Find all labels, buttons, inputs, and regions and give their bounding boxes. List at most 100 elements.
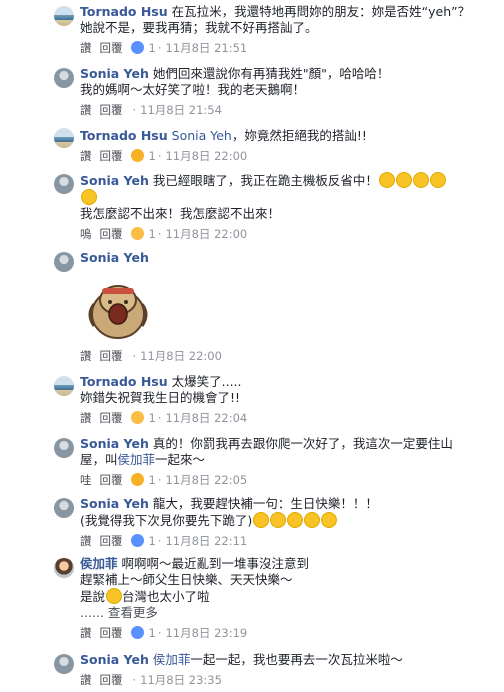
comment-text: 太爆笑了..... xyxy=(171,374,242,389)
reply-link[interactable]: 回覆 xyxy=(100,103,123,117)
laughing-emoji-icon xyxy=(412,172,429,188)
comment-author[interactable]: 侯加菲 xyxy=(80,556,118,571)
see-more-link[interactable]: ...... 查看更多 xyxy=(80,605,494,621)
mention-tag[interactable]: 侯加菲 xyxy=(118,452,156,467)
reply-link[interactable]: 回覆 xyxy=(100,534,123,548)
like-link[interactable]: 讚 xyxy=(80,673,92,687)
reaction-count[interactable]: 1 xyxy=(149,411,156,425)
reply-link[interactable]: 回覆 xyxy=(100,349,123,363)
comment-text: 我已經眼瞎了，我正在跪主機板反省中！ xyxy=(152,173,378,188)
timestamp[interactable]: 11月8日 21:51 xyxy=(165,41,247,55)
comment-author[interactable]: Tornado Hsu xyxy=(80,4,168,19)
laughing-emoji-icon xyxy=(321,512,338,528)
laughing-emoji-icon xyxy=(287,512,304,528)
like-link[interactable]: 讚 xyxy=(80,103,92,117)
avatar[interactable] xyxy=(54,498,74,518)
reaction-count[interactable]: 1 xyxy=(149,149,156,163)
reply-link[interactable]: 回覆 xyxy=(100,149,123,163)
reaction-count[interactable]: 1 xyxy=(149,227,156,241)
like-link[interactable]: 讚 xyxy=(80,149,92,163)
comment-text: 她們回來還說你有再猜我姓"顏"，哈哈哈！ xyxy=(152,66,390,81)
avatar[interactable] xyxy=(54,128,74,148)
reaction-count[interactable]: 1 xyxy=(149,41,156,55)
laughing-emoji-icon xyxy=(253,512,270,528)
like-link[interactable]: 讚 xyxy=(80,349,92,363)
timestamp[interactable]: 11月8日 22:00 xyxy=(165,149,247,163)
comment-text: 台灣也太小了啦 xyxy=(122,589,210,604)
avatar[interactable] xyxy=(54,438,74,458)
comment-text: 妳錯失祝賀我生日的機會了!! xyxy=(80,390,241,405)
comment: Sonia Yeh 讚回覆 · 11月8日 22:00 xyxy=(0,250,504,370)
comment-author[interactable]: Sonia Yeh xyxy=(80,173,149,188)
comment-text: 啊啊啊～最近亂到一堆事沒注意到 xyxy=(121,556,310,571)
reply-link[interactable]: 回覆 xyxy=(100,41,123,55)
rofl-emoji-icon xyxy=(106,588,123,604)
comment-text: 屋，叫 xyxy=(80,452,118,467)
laughing-emoji-icon xyxy=(395,172,412,188)
mention-tag[interactable]: 侯加菲 xyxy=(153,652,191,667)
comment-text: 一起一起，我也要再去一次瓦拉米啦～ xyxy=(190,652,403,667)
avatar[interactable] xyxy=(54,558,74,578)
comment-text: 龍大，我要趕快補一句：生日快樂！！！ xyxy=(152,496,378,511)
laughing-emoji-icon xyxy=(378,172,395,188)
comment-text: (我覺得我下次見你要先下跪了) xyxy=(80,513,253,528)
comment-author[interactable]: Sonia Yeh xyxy=(80,66,149,81)
comment-text: ，妳竟然拒絕我的搭訕!! xyxy=(231,128,367,143)
comment-thread: Tornado Hsu 在瓦拉米，我還特地再問妳的朋友：妳是否姓“yeh”？ 她說… xyxy=(0,0,504,692)
comment-author[interactable]: Tornado Hsu xyxy=(80,374,168,389)
like-link[interactable]: 讚 xyxy=(80,411,92,425)
reaction-count[interactable]: 1 xyxy=(149,473,156,487)
sad-reaction-icon[interactable] xyxy=(130,227,144,240)
like-link[interactable]: 讚 xyxy=(80,41,92,55)
avatar[interactable] xyxy=(54,654,74,674)
reply-link[interactable]: 回覆 xyxy=(100,411,123,425)
timestamp[interactable]: 11月8日 22:11 xyxy=(165,534,247,548)
like-link[interactable]: 讚 xyxy=(80,626,92,640)
comment-text: 一起來～ xyxy=(155,452,206,467)
timestamp[interactable]: 11月8日 23:19 xyxy=(165,626,247,640)
like-link[interactable]: 哇 xyxy=(80,473,92,487)
like-reaction-icon[interactable] xyxy=(130,534,144,547)
reply-link[interactable]: 回覆 xyxy=(100,626,123,640)
comment-text: 真的！你罰我再去跟你爬一次好了，我這次一定要住山 xyxy=(152,436,453,451)
comment-text: 我的媽啊～太好笑了啦！我的老天鵝啊！ xyxy=(80,82,306,97)
timestamp[interactable]: 11月8日 21:54 xyxy=(140,103,222,117)
avatar[interactable] xyxy=(54,68,74,88)
laughing-emoji-icon xyxy=(304,512,321,528)
reply-link[interactable]: 回覆 xyxy=(100,473,123,487)
comment-text: 她說不是，要我再猜；我就不好再搭訕了。 xyxy=(80,20,318,35)
like-link[interactable]: 嗚 xyxy=(80,227,92,241)
comment-author[interactable]: Sonia Yeh xyxy=(80,652,149,667)
avatar[interactable] xyxy=(54,6,74,26)
comment-text: 我怎麼認不出來！我怎麼認不出來！ xyxy=(80,206,281,221)
reaction-count[interactable]: 1 xyxy=(149,534,156,548)
comment-text: 在瓦拉米，我還特地再問妳的朋友：妳是否姓“yeh”？ xyxy=(171,4,471,19)
mention-tag[interactable]: Sonia Yeh xyxy=(172,128,232,143)
comment-text: 是說 xyxy=(80,589,106,604)
reaction-count[interactable]: 1 xyxy=(149,626,156,640)
like-link[interactable]: 讚 xyxy=(80,534,92,548)
laughing-emoji-icon xyxy=(81,189,97,205)
crying-dog-sticker[interactable] xyxy=(80,270,156,346)
comment-author[interactable]: Sonia Yeh xyxy=(80,436,149,451)
avatar[interactable] xyxy=(54,252,74,272)
reply-link[interactable]: 回覆 xyxy=(100,227,123,241)
comment-author[interactable]: Sonia Yeh xyxy=(80,496,149,511)
avatar[interactable] xyxy=(54,376,74,396)
timestamp[interactable]: 11月8日 22:00 xyxy=(140,349,222,363)
like-reaction-icon[interactable] xyxy=(130,626,144,639)
laughing-emoji-icon xyxy=(270,512,287,528)
comment-author[interactable]: Sonia Yeh xyxy=(80,250,149,265)
haha-reaction-icon[interactable] xyxy=(130,473,144,486)
haha-reaction-icon[interactable] xyxy=(130,149,144,162)
reply-link[interactable]: 回覆 xyxy=(100,673,123,687)
timestamp[interactable]: 11月8日 22:04 xyxy=(165,411,247,425)
laughing-emoji-icon xyxy=(429,172,446,188)
timestamp[interactable]: 11月8日 22:05 xyxy=(165,473,247,487)
sad-reaction-icon[interactable] xyxy=(130,411,144,424)
like-reaction-icon[interactable] xyxy=(130,41,144,54)
avatar[interactable] xyxy=(54,174,74,194)
comment-author[interactable]: Tornado Hsu xyxy=(80,128,168,143)
timestamp[interactable]: 11月8日 23:35 xyxy=(140,673,222,687)
timestamp[interactable]: 11月8日 22:00 xyxy=(165,227,247,241)
